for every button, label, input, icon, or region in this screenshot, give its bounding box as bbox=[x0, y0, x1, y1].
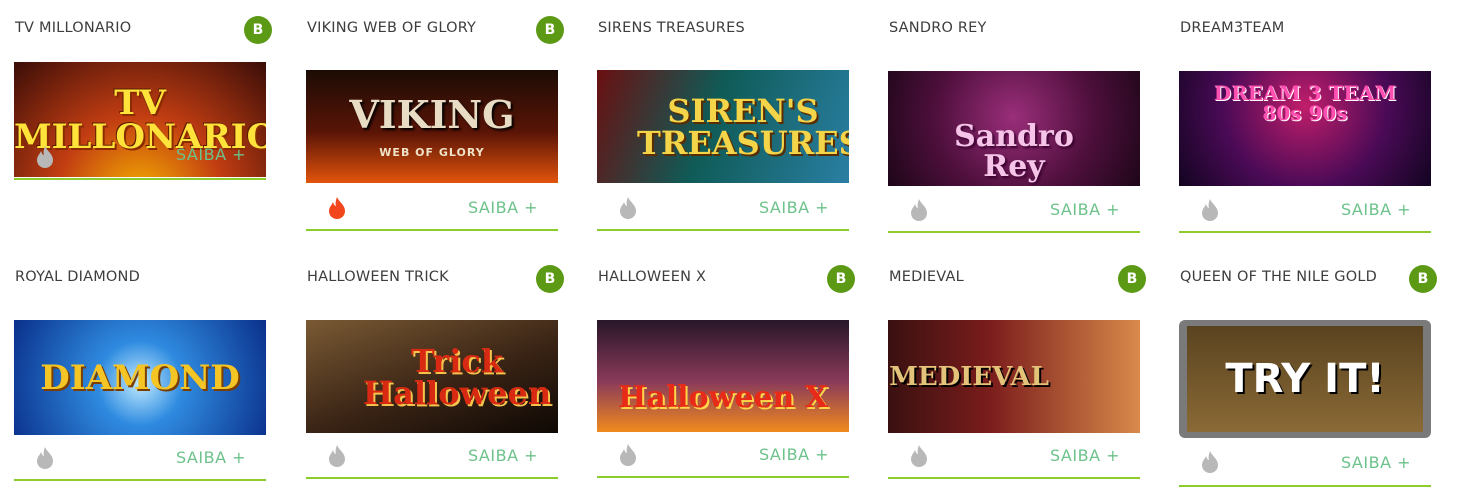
saiba-mais-link[interactable]: SAIBA + bbox=[1050, 446, 1120, 465]
bonus-badge: B bbox=[244, 16, 272, 44]
game-title: SIRENS TREASURES bbox=[598, 20, 745, 36]
saiba-mais-link[interactable]: SAIBA + bbox=[1050, 200, 1120, 219]
thumbnail-logo-text: SIREN'S TREASURES bbox=[637, 91, 849, 162]
game-thumbnail[interactable]: Sandro Rey bbox=[888, 71, 1140, 186]
thumbnail-logo-text: TV MILLONARIO bbox=[14, 82, 266, 157]
bonus-badge: B bbox=[1118, 265, 1146, 293]
flame-icon[interactable] bbox=[34, 145, 56, 169]
flame-icon[interactable] bbox=[617, 196, 639, 220]
game-title: TV MILLONARIO bbox=[15, 20, 132, 36]
thumbnail-subtitle: WEB OF GLORY bbox=[379, 146, 485, 159]
card-underline bbox=[597, 476, 849, 478]
card-underline bbox=[306, 229, 558, 231]
saiba-mais-link[interactable]: SAIBA + bbox=[1341, 200, 1411, 219]
thumbnail-logo-text: DREAM 3 TEAM 80s 90s bbox=[1213, 81, 1397, 126]
saiba-mais-link[interactable]: SAIBA + bbox=[1341, 453, 1411, 472]
card-underline bbox=[14, 178, 266, 180]
game-thumbnail[interactable]: SIREN'S TREASURES bbox=[597, 70, 849, 183]
flame-icon[interactable] bbox=[326, 196, 348, 220]
card-underline bbox=[1179, 485, 1431, 487]
flame-icon[interactable] bbox=[34, 446, 56, 470]
game-title: HALLOWEEN TRICK bbox=[307, 269, 449, 285]
game-title: HALLOWEEN X bbox=[598, 269, 707, 285]
bonus-badge: B bbox=[536, 16, 564, 44]
game-thumbnail[interactable]: Trick Halloween bbox=[306, 320, 558, 433]
game-thumbnail[interactable]: VIKING WEB OF GLORY bbox=[306, 70, 558, 183]
flame-icon[interactable] bbox=[908, 198, 930, 222]
bonus-badge: B bbox=[536, 265, 564, 293]
card-underline bbox=[14, 479, 266, 481]
game-title: QUEEN OF THE NILE GOLD bbox=[1180, 269, 1377, 285]
thumbnail-logo-text: DIAMOND bbox=[40, 357, 240, 398]
flame-icon[interactable] bbox=[617, 443, 639, 467]
game-title: SANDRO REY bbox=[889, 20, 987, 36]
thumbnail-logo-text: Sandro Rey bbox=[954, 118, 1074, 184]
game-title: VIKING WEB OF GLORY bbox=[307, 20, 477, 36]
flame-icon[interactable] bbox=[1199, 450, 1221, 474]
thumbnail-logo-text: Halloween X bbox=[617, 380, 829, 416]
card-underline bbox=[597, 229, 849, 231]
saiba-mais-link[interactable]: SAIBA + bbox=[176, 448, 246, 467]
game-title: DREAM3TEAM bbox=[1180, 20, 1285, 36]
game-thumbnail[interactable]: MEDIEVAL bbox=[888, 320, 1140, 433]
saiba-mais-link[interactable]: SAIBA + bbox=[176, 145, 246, 164]
card-underline bbox=[1179, 231, 1431, 233]
game-thumbnail[interactable]: DREAM 3 TEAM 80s 90s bbox=[1179, 71, 1431, 186]
game-title: ROYAL DIAMOND bbox=[15, 269, 140, 285]
saiba-mais-link[interactable]: SAIBA + bbox=[759, 445, 829, 464]
saiba-mais-link[interactable]: SAIBA + bbox=[759, 198, 829, 217]
game-title: MEDIEVAL bbox=[889, 269, 964, 285]
game-thumbnail[interactable]: Halloween X bbox=[597, 320, 849, 432]
flame-icon[interactable] bbox=[326, 444, 348, 468]
card-underline bbox=[888, 477, 1140, 479]
card-underline bbox=[306, 477, 558, 479]
thumbnail-logo-text: MEDIEVAL bbox=[889, 361, 1049, 392]
bonus-badge: B bbox=[1409, 265, 1437, 293]
try-it-text: TRY IT! bbox=[1225, 356, 1385, 402]
saiba-mais-link[interactable]: SAIBA + bbox=[468, 198, 538, 217]
flame-icon[interactable] bbox=[1199, 198, 1221, 222]
bonus-badge: B bbox=[827, 265, 855, 293]
saiba-mais-link[interactable]: SAIBA + bbox=[468, 446, 538, 465]
thumbnail-logo-text: VIKING bbox=[349, 92, 515, 138]
game-thumbnail[interactable]: TRY IT! bbox=[1179, 320, 1431, 438]
card-underline bbox=[888, 231, 1140, 233]
game-thumbnail[interactable]: DIAMOND bbox=[14, 320, 266, 435]
flame-icon[interactable] bbox=[908, 444, 930, 468]
thumbnail-logo-text: Trick Halloween bbox=[362, 341, 552, 412]
